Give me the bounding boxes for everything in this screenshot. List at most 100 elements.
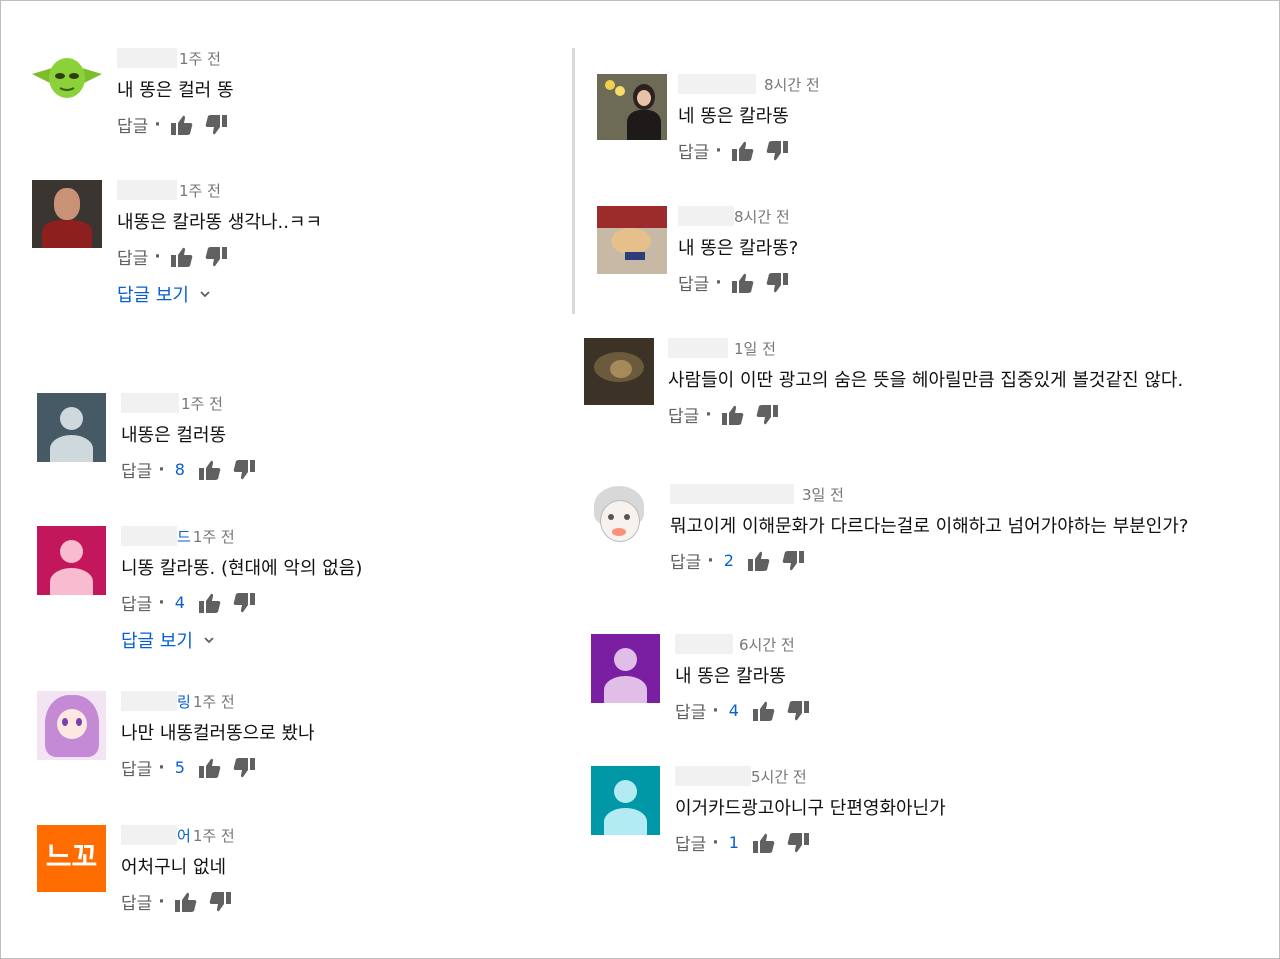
thumb-up-icon[interactable]: [198, 593, 221, 613]
reply-button[interactable]: 답글: [121, 889, 152, 914]
view-replies-button[interactable]: 답글 보기: [121, 627, 362, 653]
thumb-up-icon[interactable]: [752, 833, 775, 853]
avatar[interactable]: [37, 691, 106, 760]
comment-actions: 답글 · 8: [121, 457, 267, 482]
avatar[interactable]: [597, 206, 667, 274]
comment-text: 뭐고이게 이해문화가 다르다는걸로 이해하고 넘어가야하는 부분인가?: [670, 516, 1189, 537]
thumb-up-icon[interactable]: [170, 247, 193, 267]
separator-dot: ·: [715, 140, 722, 161]
thumb-up-icon[interactable]: [198, 460, 221, 480]
timestamp[interactable]: 1주 전: [193, 528, 235, 546]
author-name-fragment[interactable]: 링: [177, 693, 191, 711]
separator-dot: ·: [715, 272, 722, 293]
timestamp[interactable]: 1주 전: [179, 50, 221, 68]
thumb-up-icon[interactable]: [752, 701, 775, 721]
thumb-down-icon[interactable]: [209, 891, 231, 912]
author-name-fragment[interactable]: 드: [177, 528, 191, 546]
thumb-up-icon[interactable]: [731, 273, 754, 293]
comment-actions: 답글 ·: [121, 889, 243, 914]
avatar[interactable]: [584, 484, 654, 552]
avatar[interactable]: [591, 634, 660, 703]
timestamp[interactable]: 6시간 전: [739, 636, 795, 654]
comment-actions: 답글 · 4: [121, 590, 362, 615]
comment-actions: 답글 · 4: [675, 698, 821, 723]
reply-button[interactable]: 답글: [117, 244, 148, 269]
thumb-down-icon[interactable]: [205, 114, 227, 135]
thumb-down-icon[interactable]: [233, 757, 255, 778]
reply-button[interactable]: 답글: [117, 112, 148, 137]
thumb-up-icon[interactable]: [747, 551, 770, 571]
avatar-logo-text: 느꼬: [45, 840, 98, 873]
author-name-redacted[interactable]: [678, 206, 734, 226]
avatar[interactable]: [32, 48, 102, 108]
thumb-down-icon[interactable]: [766, 272, 788, 293]
reply-button[interactable]: 답글: [668, 402, 699, 427]
reply-button[interactable]: 답글: [675, 830, 706, 855]
comment-meta: 1주 전: [117, 180, 322, 202]
comment-meta: 1일 전: [668, 338, 1183, 360]
author-name-redacted[interactable]: [121, 825, 177, 845]
reply-button[interactable]: 답글: [675, 698, 706, 723]
thumb-up-icon[interactable]: [198, 758, 221, 778]
author-name-redacted[interactable]: [121, 691, 177, 711]
author-name-redacted[interactable]: [670, 484, 794, 504]
avatar[interactable]: [37, 393, 106, 462]
comment-meta: 5시간 전: [675, 766, 946, 788]
reply-button[interactable]: 답글: [670, 548, 701, 573]
reply-button[interactable]: 답글: [121, 590, 152, 615]
chevron-down-icon: [200, 291, 210, 298]
reply-button[interactable]: 답글: [121, 755, 152, 780]
author-name-redacted[interactable]: [121, 526, 177, 546]
separator-dot: ·: [158, 891, 165, 912]
thumb-down-icon[interactable]: [233, 592, 255, 613]
avatar[interactable]: 느꼬: [37, 825, 106, 892]
avatar[interactable]: [584, 338, 654, 405]
timestamp[interactable]: 8시간 전: [764, 76, 820, 94]
avatar[interactable]: [32, 180, 102, 248]
thumb-up-icon[interactable]: [731, 141, 754, 161]
author-name-redacted[interactable]: [117, 48, 177, 68]
author-name-redacted[interactable]: [675, 766, 751, 786]
thumb-down-icon[interactable]: [782, 550, 804, 571]
comment-actions: 답글 ·: [668, 402, 1183, 427]
thumb-down-icon[interactable]: [233, 459, 255, 480]
view-replies-button[interactable]: 답글 보기: [117, 281, 322, 307]
reply-button[interactable]: 답글: [678, 138, 709, 163]
comment-meta: 드 1주 전: [121, 526, 362, 548]
thumb-up-icon[interactable]: [721, 405, 744, 425]
thumb-down-icon[interactable]: [205, 246, 227, 267]
reply-button[interactable]: 답글: [121, 457, 152, 482]
timestamp[interactable]: 3일 전: [802, 486, 844, 504]
timestamp[interactable]: 1주 전: [193, 693, 235, 711]
thumb-up-icon[interactable]: [174, 892, 197, 912]
avatar[interactable]: [597, 74, 667, 140]
comment-text: 네 똥은 칼라똥: [678, 106, 789, 127]
comment-text: 내 똥은 컬러 똥: [117, 80, 234, 101]
separator-dot: ·: [158, 459, 165, 480]
author-name-redacted[interactable]: [678, 74, 756, 94]
comment-text: 내 똥은 칼라똥: [675, 666, 786, 687]
author-name-redacted[interactable]: [675, 634, 733, 654]
separator-dot: ·: [712, 700, 719, 721]
thumb-down-icon[interactable]: [787, 700, 809, 721]
avatar[interactable]: [37, 526, 106, 595]
timestamp[interactable]: 1주 전: [181, 395, 223, 413]
comment-text: 내 똥은 칼라똥?: [678, 238, 799, 259]
author-name-redacted[interactable]: [668, 338, 728, 358]
thumb-up-icon[interactable]: [170, 115, 193, 135]
timestamp[interactable]: 8시간 전: [734, 208, 790, 226]
timestamp[interactable]: 1주 전: [193, 827, 235, 845]
timestamp[interactable]: 1일 전: [734, 340, 776, 358]
comment-actions: 답글 · 2: [670, 548, 1188, 573]
thumb-down-icon[interactable]: [766, 140, 788, 161]
timestamp[interactable]: 5시간 전: [751, 768, 807, 786]
author-name-redacted[interactable]: [121, 393, 179, 413]
thumb-down-icon[interactable]: [787, 832, 809, 853]
author-name-redacted[interactable]: [117, 180, 177, 200]
timestamp[interactable]: 1주 전: [179, 182, 221, 200]
author-name-fragment[interactable]: 어: [177, 827, 191, 845]
reply-button[interactable]: 답글: [678, 270, 709, 295]
avatar[interactable]: [591, 766, 660, 835]
like-count: 4: [728, 701, 739, 720]
thumb-down-icon[interactable]: [756, 404, 778, 425]
